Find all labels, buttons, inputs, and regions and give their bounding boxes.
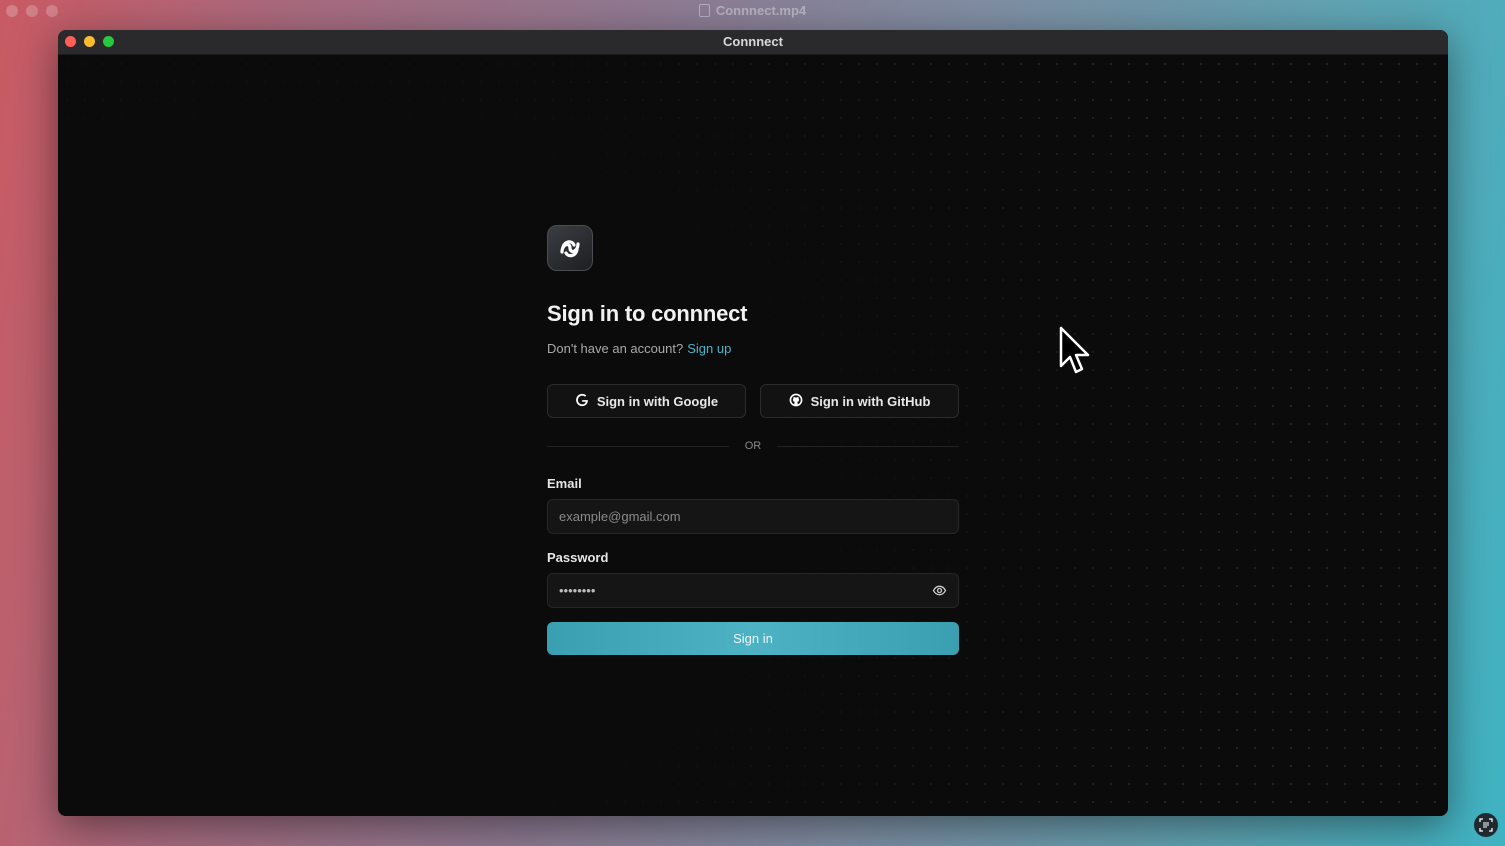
page-title: Sign in to connnect (547, 301, 748, 326)
signup-link[interactable]: Sign up (687, 341, 731, 356)
google-signin-button[interactable]: Sign in with Google (547, 384, 746, 418)
github-signin-button[interactable]: Sign in with GitHub (760, 384, 959, 418)
document-icon (698, 4, 710, 17)
signup-prompt: Don't have an account? Sign up (547, 341, 959, 356)
app-logo-icon (547, 225, 593, 271)
github-signin-label: Sign in with GitHub (810, 393, 931, 409)
screen-capture-icon[interactable] (1474, 813, 1498, 837)
email-field-wrapper (547, 499, 959, 534)
video-player-title: Connnect.mp4 (0, 3, 1505, 18)
app-window: Connnect Sign in to connnect Don't have … (58, 30, 1448, 816)
eye-icon[interactable] (931, 583, 947, 599)
sign-in-button[interactable]: Sign in (547, 622, 959, 655)
login-form: Sign in to connnect Don't have an accoun… (547, 225, 959, 655)
window-titlebar: Connnect (58, 30, 1448, 55)
divider-text: OR (744, 440, 762, 452)
google-signin-label: Sign in with Google (596, 393, 719, 409)
login-page: Sign in to connnect Don't have an accoun… (58, 55, 1448, 816)
github-icon (789, 393, 803, 410)
no-account-text: Don't have an account? (547, 341, 684, 356)
divider-line-right (777, 445, 959, 447)
email-field[interactable] (559, 509, 947, 524)
password-label: Password (547, 550, 609, 565)
window-title: Connnect (723, 34, 783, 49)
video-file-name: Connnect.mp4 (715, 3, 807, 18)
or-divider: OR (547, 440, 959, 452)
divider-line-left (547, 445, 729, 447)
cursor-icon (1059, 326, 1093, 381)
password-field[interactable]: •••••••• (547, 573, 959, 608)
google-icon (575, 393, 589, 410)
video-player-titlebar: Connnect.mp4 (0, 0, 1505, 22)
email-label: Email (547, 476, 582, 491)
oauth-buttons: Sign in with Google Sign in with GitHub (547, 384, 959, 418)
password-value: •••••••• (559, 583, 596, 598)
